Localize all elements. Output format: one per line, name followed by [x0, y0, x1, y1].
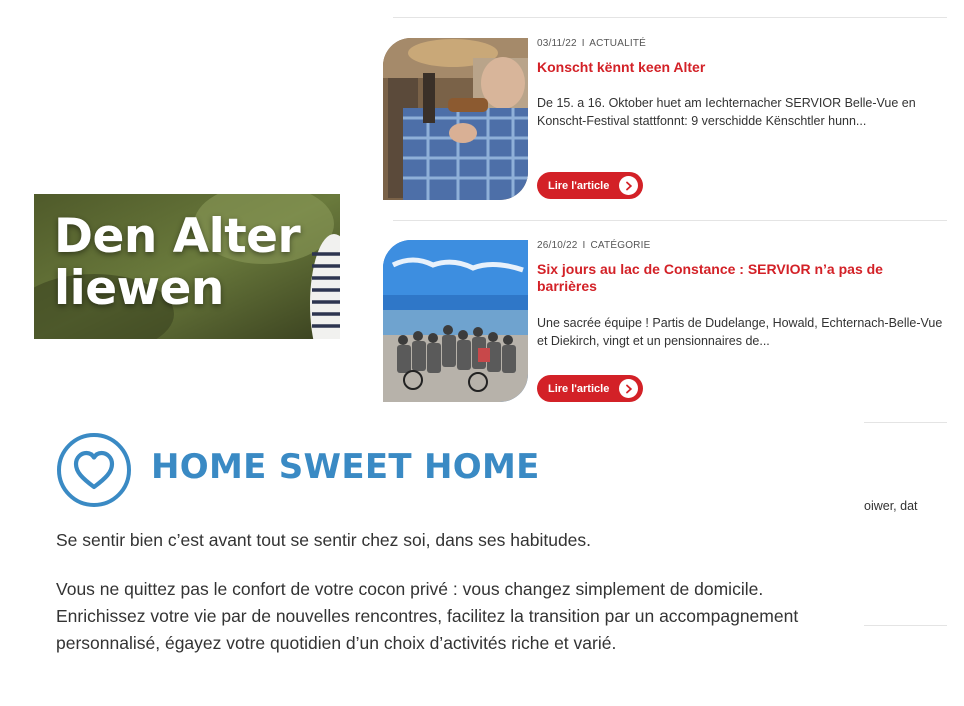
section-title: HOME SWEET HOME: [151, 447, 540, 487]
article-divider: [393, 220, 947, 221]
article-meta: 26/10/22 I CATÉGORIE: [537, 240, 650, 251]
read-article-label: Lire l'article: [548, 179, 610, 192]
banner-heading: Den Alter liewen: [54, 209, 301, 316]
read-article-button[interactable]: Lire l'article: [537, 172, 643, 199]
intro-paragraph: Se sentir bien c’est avant tout se senti…: [56, 530, 592, 550]
article-meta: 03/11/22 I ACTUALITÉ: [537, 38, 646, 49]
article-card: 26/10/22 I CATÉGORIE Six jours au lac de…: [383, 240, 953, 402]
body-paragraph: Vous ne quittez pas le confort de votre …: [56, 579, 799, 653]
article-excerpt-fragment: oiwer, dat: [864, 499, 918, 513]
den-alter-liewen-banner: Den Alter liewen: [34, 194, 340, 339]
chevron-right-icon: [619, 379, 638, 398]
meta-separator: I: [581, 38, 585, 49]
article-thumbnail[interactable]: [383, 240, 528, 402]
article-title[interactable]: Konscht kënnt keen Alter: [537, 59, 937, 76]
article-category: ACTUALITÉ: [589, 38, 647, 49]
home-sweet-home-section: HOME SWEET HOME Se sentir bien c’est ava…: [0, 422, 864, 706]
article-divider: [864, 625, 947, 626]
heart-circle-icon: [57, 433, 131, 507]
article-card: 03/11/22 I ACTUALITÉ Konscht kënnt keen …: [383, 38, 953, 200]
article-category: CATÉGORIE: [590, 240, 651, 251]
article-excerpt: De 15. a 16. Oktober huet am Iechternach…: [537, 96, 916, 128]
article-photo-lake-group: [383, 240, 528, 402]
read-article-label: Lire l'article: [548, 382, 610, 395]
article-thumbnail[interactable]: [383, 38, 528, 200]
article-excerpt: Une sacrée équipe ! Partis de Dudelange,…: [537, 316, 943, 348]
banner-line: Den Alter: [54, 209, 301, 264]
article-divider: [864, 422, 947, 423]
meta-separator: I: [582, 240, 586, 251]
article-date: 03/11/22: [537, 38, 577, 49]
banner-line: liewen: [54, 261, 224, 316]
article-date: 26/10/22: [537, 240, 578, 251]
chevron-right-icon: [619, 176, 638, 195]
article-photo-woodcarving: [383, 38, 528, 200]
top-divider: [393, 17, 947, 18]
read-article-button[interactable]: Lire l'article: [537, 375, 643, 402]
article-title[interactable]: Six jours au lac de Constance : SERVIOR …: [537, 261, 937, 295]
